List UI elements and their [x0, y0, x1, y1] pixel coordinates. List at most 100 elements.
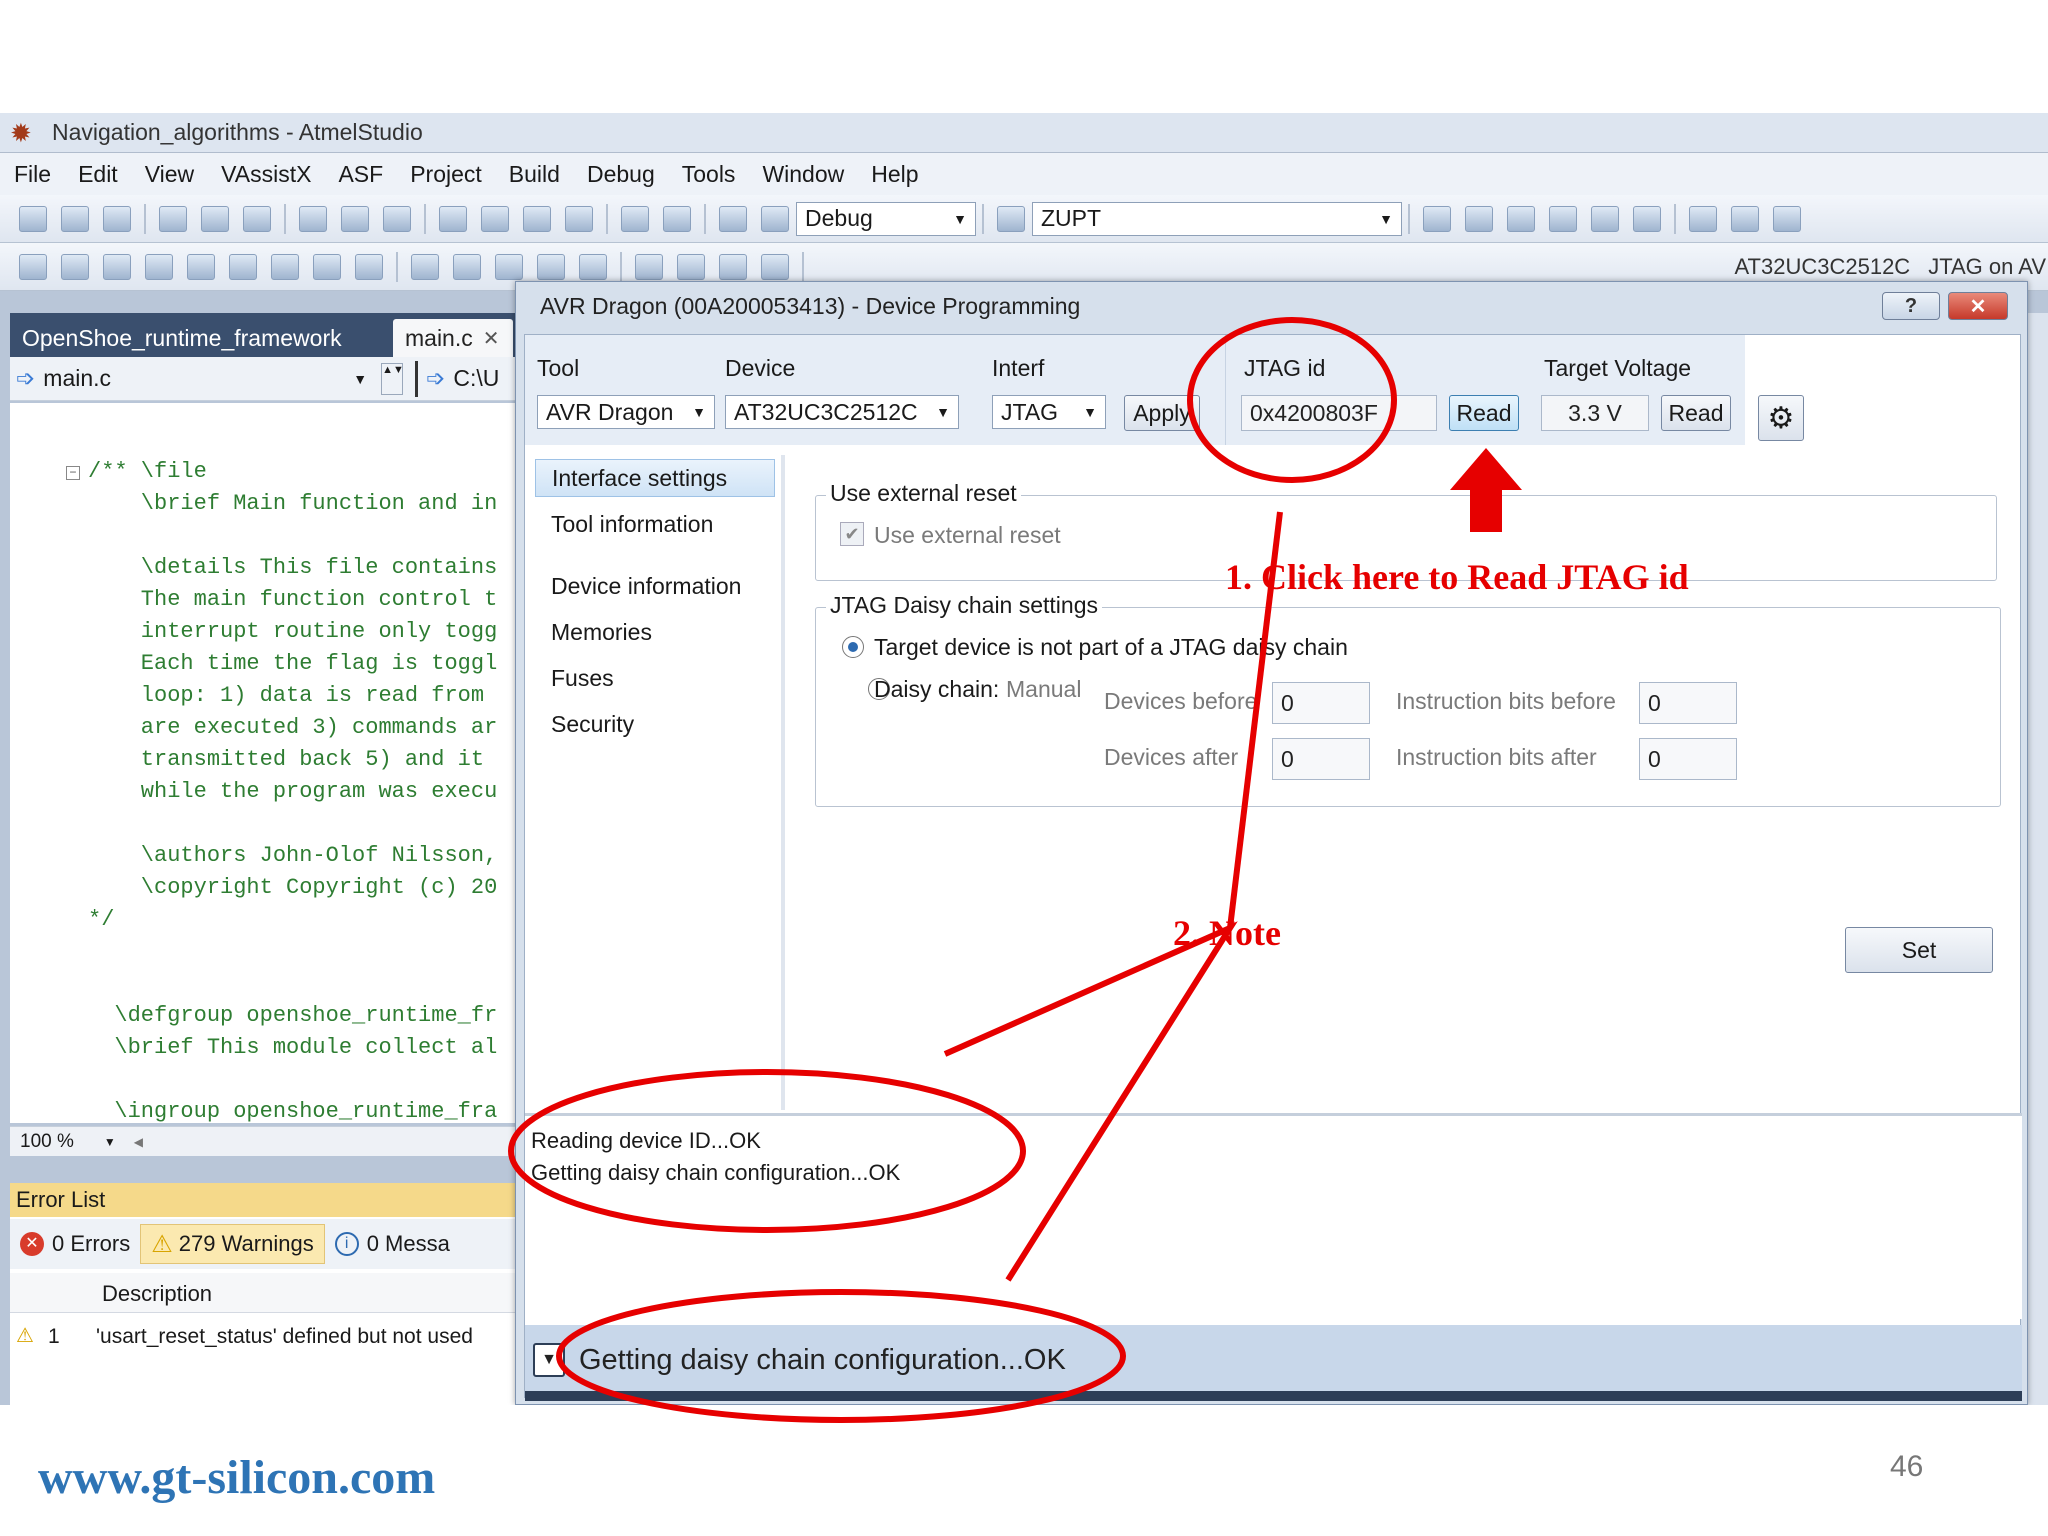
comment-icon[interactable]	[1773, 205, 1801, 232]
menu-asf[interactable]: ASF	[338, 161, 383, 188]
watch-icon[interactable]	[719, 253, 747, 280]
menu-view[interactable]: View	[145, 161, 194, 188]
run-to-cursor-icon[interactable]	[579, 253, 607, 280]
nav-interface-settings[interactable]: Interface settings	[535, 459, 775, 497]
menu-edit[interactable]: Edit	[78, 161, 118, 188]
indent-icon[interactable]	[1689, 205, 1717, 232]
close-button[interactable]: ✕	[1948, 292, 2008, 320]
read-jtag-button[interactable]: Read	[1449, 395, 1519, 431]
memory-icon[interactable]	[635, 253, 663, 280]
solution-explorer-icon[interactable]	[621, 205, 649, 232]
set-button[interactable]: Set	[1845, 927, 1993, 973]
tool-label[interactable]: JTAG on AV	[1928, 254, 2046, 280]
paste-icon[interactable]	[383, 205, 411, 232]
errors-filter-button[interactable]: ✕ 0 Errors	[10, 1224, 140, 1264]
device-programming-icon[interactable]	[1507, 205, 1535, 232]
code-editor-lower[interactable]: \defgroup openshoe_runtime_fr \brief Thi…	[10, 1003, 520, 1124]
read-voltage-button[interactable]: Read	[1661, 395, 1731, 431]
menu-build[interactable]: Build	[509, 161, 560, 188]
nav-security[interactable]: Security	[535, 705, 775, 743]
menu-vassistx[interactable]: VAssistX	[221, 161, 311, 188]
interface-combo[interactable]: JTAG ▼	[992, 395, 1106, 429]
column-description[interactable]: Description	[102, 1281, 212, 1307]
menu-window[interactable]: Window	[762, 161, 844, 188]
start-debugging-icon[interactable]	[719, 205, 747, 232]
navigate-forward-icon[interactable]	[565, 205, 593, 232]
footer-website[interactable]: www.gt-silicon.com	[38, 1450, 435, 1505]
spell-check-icon[interactable]	[313, 253, 341, 280]
platform-icon[interactable]	[997, 205, 1025, 232]
variable-icon[interactable]	[271, 253, 299, 280]
tab-openshoe-framework[interactable]: OpenShoe_runtime_framework	[10, 319, 393, 357]
devices-before-input[interactable]: 0	[1272, 682, 1370, 724]
open-icon[interactable]	[159, 205, 187, 232]
settings-gear-icon[interactable]: ⚙	[1758, 395, 1804, 441]
step-over-icon[interactable]	[495, 253, 523, 280]
clean-icon[interactable]	[187, 253, 215, 280]
chevron-down-icon[interactable]: ▼	[533, 1343, 565, 1377]
devices-after-input[interactable]: 0	[1272, 738, 1370, 780]
config-combo[interactable]: Debug ▼	[796, 201, 976, 236]
tool-combo[interactable]: AVR Dragon ▼	[537, 395, 715, 429]
scroll-left-icon[interactable]: ◀	[134, 1135, 143, 1149]
new-project-icon[interactable]	[19, 205, 47, 232]
continue-icon[interactable]	[411, 253, 439, 280]
help-button[interactable]: ?	[1882, 292, 1940, 320]
redo-icon[interactable]	[481, 205, 509, 232]
nav-tool-information[interactable]: Tool information	[535, 505, 775, 543]
warnings-filter-button[interactable]: ⚠ 279 Warnings	[140, 1224, 325, 1264]
add-item-icon[interactable]	[61, 205, 89, 232]
extension-icon[interactable]	[1591, 205, 1619, 232]
menu-file[interactable]: File	[14, 161, 51, 188]
find-in-files-icon[interactable]	[1423, 205, 1451, 232]
menu-help[interactable]: Help	[871, 161, 918, 188]
nav-memories[interactable]: Memories	[535, 613, 775, 651]
platform-combo[interactable]: ZUPT ▼	[1032, 201, 1402, 236]
zoom-combo[interactable]: 100 %	[20, 1131, 74, 1153]
new-file-icon[interactable]	[103, 205, 131, 232]
folder-icon[interactable]	[61, 253, 89, 280]
device-pack-icon[interactable]	[1549, 205, 1577, 232]
save-icon[interactable]	[201, 205, 229, 232]
fold-toggle-icon[interactable]: −	[66, 466, 80, 480]
menu-tools[interactable]: Tools	[682, 161, 736, 188]
nav-path[interactable]: C:\U	[453, 365, 499, 392]
navigate-back-icon[interactable]	[523, 205, 551, 232]
rebuild-icon[interactable]	[229, 253, 257, 280]
step-out-icon[interactable]	[537, 253, 565, 280]
save-all-icon[interactable]	[243, 205, 271, 232]
copy-icon[interactable]	[341, 205, 369, 232]
menu-debug[interactable]: Debug	[587, 161, 655, 188]
cut-icon[interactable]	[299, 205, 327, 232]
messages-filter-button[interactable]: i 0 Messa	[325, 1224, 460, 1264]
find-icon[interactable]	[663, 205, 691, 232]
window-icon[interactable]	[1633, 205, 1661, 232]
menu-project[interactable]: Project	[410, 161, 482, 188]
tools-icon[interactable]	[103, 253, 131, 280]
radio-not-daisy-chain[interactable]	[842, 636, 864, 658]
external-reset-checkbox[interactable]: ✔	[840, 522, 864, 546]
nav-device-information[interactable]: Device information	[535, 567, 775, 605]
table-row[interactable]: ⚠ 1 'usart_reset_status' defined but not…	[10, 1319, 520, 1359]
checklist-icon[interactable]	[19, 253, 47, 280]
chevron-down-icon[interactable]: ▼	[104, 1135, 116, 1149]
close-icon[interactable]: ✕	[483, 326, 500, 351]
registers-icon[interactable]	[677, 253, 705, 280]
instruction-bits-before-input[interactable]: 0	[1639, 682, 1737, 724]
tab-main-c[interactable]: main.c ✕	[393, 319, 513, 357]
locals-icon[interactable]	[761, 253, 789, 280]
device-label[interactable]: AT32UC3C2512C	[1735, 254, 1911, 280]
outdent-icon[interactable]	[1731, 205, 1759, 232]
build-icon[interactable]	[145, 253, 173, 280]
split-spinner-icon[interactable]: ▲▼	[381, 362, 404, 395]
instruction-bits-after-input[interactable]: 0	[1639, 738, 1737, 780]
nav-fuses[interactable]: Fuses	[535, 659, 775, 697]
apply-button[interactable]: Apply	[1124, 395, 1200, 431]
properties-icon[interactable]	[1465, 205, 1493, 232]
clipboard-icon[interactable]	[355, 253, 383, 280]
nav-combo[interactable]: main.c	[43, 365, 353, 392]
start-without-debugging-icon[interactable]	[761, 205, 789, 232]
undo-icon[interactable]	[439, 205, 467, 232]
step-into-icon[interactable]	[453, 253, 481, 280]
device-combo[interactable]: AT32UC3C2512C ▼	[725, 395, 959, 429]
